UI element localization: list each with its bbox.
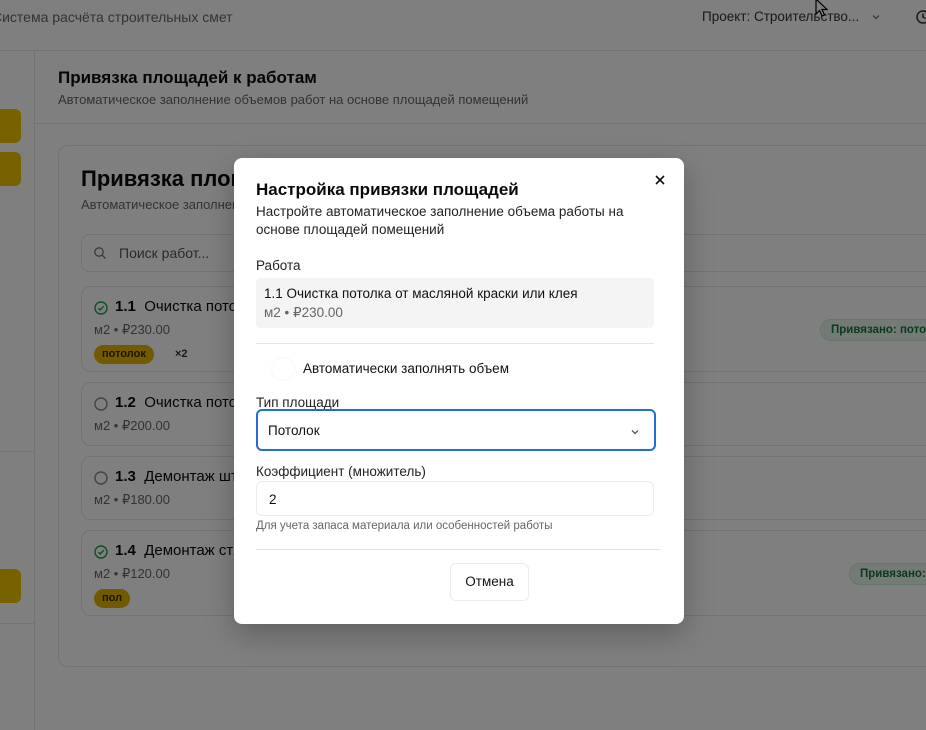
coefficient-hint: Для учета запаса материала или особеннос… [256, 520, 553, 532]
area-type-value: Потолок [268, 423, 320, 438]
divider [256, 343, 654, 344]
close-icon[interactable] [652, 172, 668, 188]
cancel-button[interactable]: Отмена [450, 563, 529, 601]
coefficient-value: 2 [269, 492, 277, 507]
work-label: Работа [256, 258, 301, 273]
dialog-description: Настройте автоматическое заполнение объе… [256, 204, 624, 237]
chevron-down-icon [631, 430, 639, 435]
selected-work: 1.1 Очистка потолка от масляной краски и… [256, 278, 654, 328]
area-binding-dialog: Настройка привязки площадей Настройте ав… [234, 158, 684, 624]
divider [256, 549, 661, 550]
auto-fill-label: Автоматически заполнять объем [303, 361, 509, 376]
area-type-label: Тип площади [256, 395, 340, 410]
coefficient-label: Коэффициент (множитель) [256, 464, 426, 479]
auto-fill-toggle[interactable] [272, 358, 294, 380]
dialog-title: Настройка привязки площадей [256, 180, 519, 199]
selected-work-price: м2 • ₽230.00 [264, 305, 343, 320]
coefficient-input[interactable]: 2 [256, 481, 654, 516]
area-type-select[interactable]: Потолок [256, 409, 656, 451]
selected-work-name: 1.1 Очистка потолка от масляной краски и… [264, 286, 578, 301]
